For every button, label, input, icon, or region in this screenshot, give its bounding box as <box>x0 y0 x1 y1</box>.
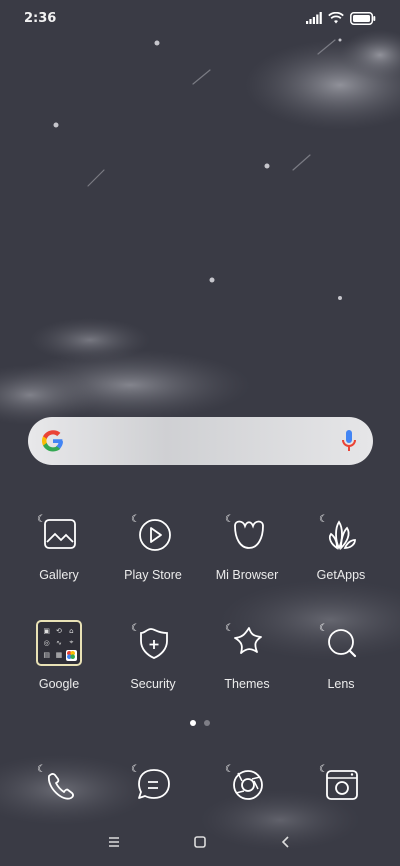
home-icon[interactable] <box>192 834 208 850</box>
folder-icon: ▣ ⟲ ⌂ ◎ ∿ ⌖ ▤ ▦ <box>35 619 83 667</box>
menu-icon[interactable] <box>106 835 122 849</box>
svg-text:☾: ☾ <box>319 623 328 634</box>
app-label: Security <box>130 677 176 691</box>
app-getapps[interactable]: ☾ GetApps <box>293 510 389 582</box>
camera-icon: ☾ <box>317 760 365 808</box>
mini-app-icon: ▦ <box>55 651 63 660</box>
google-search-bar[interactable] <box>28 417 373 465</box>
status-bar: 2:36 <box>0 0 400 36</box>
app-label: GetApps <box>316 568 366 582</box>
signal-icon <box>306 12 322 24</box>
app-label: Gallery <box>39 568 79 582</box>
app-gallery[interactable]: ☾ Gallery <box>11 510 107 582</box>
page-dot[interactable] <box>204 720 210 726</box>
gallery-icon: ☾ <box>35 510 83 558</box>
wifi-icon <box>328 12 344 24</box>
back-icon[interactable] <box>278 834 294 850</box>
photos-icon <box>65 649 77 661</box>
mic-icon[interactable] <box>341 429 357 453</box>
page-indicator <box>0 720 400 726</box>
app-security[interactable]: ☾ Security <box>105 619 201 691</box>
play-icon: ☾ <box>129 510 177 558</box>
app-mi-browser[interactable]: ☾ Mi Browser <box>199 510 295 582</box>
getapps-icon: ☾ <box>317 510 365 558</box>
svg-text:☾: ☾ <box>131 764 140 775</box>
battery-icon <box>350 11 376 25</box>
status-time: 2:36 <box>24 10 57 26</box>
phone-icon: ☾ <box>35 760 83 808</box>
lens-icon: ☾ <box>317 619 365 667</box>
app-play-store[interactable]: ☾ Play Store <box>105 510 201 582</box>
svg-text:☾: ☾ <box>225 623 234 634</box>
browser-icon: ☾ <box>223 510 271 558</box>
app-label: Google <box>38 677 80 691</box>
app-folder-google[interactable]: ▣ ⟲ ⌂ ◎ ∿ ⌖ ▤ ▦ Google <box>11 619 107 691</box>
svg-text:☾: ☾ <box>225 764 234 775</box>
navigation-bar <box>0 826 400 858</box>
app-label: Mi Browser <box>215 568 279 582</box>
folder-preview: ▣ ⟲ ⌂ ◎ ∿ ⌖ ▤ ▦ <box>36 620 82 666</box>
dock-camera-shutter[interactable]: ☾ <box>199 760 295 808</box>
svg-text:☾: ☾ <box>131 623 140 634</box>
camera-shutter-icon: ☾ <box>223 760 271 808</box>
svg-text:☾: ☾ <box>131 514 140 525</box>
mini-app-icon: ⌖ <box>69 638 74 647</box>
svg-text:☾: ☾ <box>37 764 46 775</box>
mini-app-icon: ⟲ <box>56 626 62 635</box>
app-themes[interactable]: ☾ Themes <box>199 619 295 691</box>
svg-text:☾: ☾ <box>225 514 234 525</box>
dock-phone[interactable]: ☾ <box>11 760 107 808</box>
mini-app-icon: ◎ <box>43 638 50 647</box>
dock-messages[interactable]: ☾ <box>105 760 201 808</box>
app-label: Themes <box>224 677 270 691</box>
app-label: Play Store <box>124 568 182 582</box>
dock-camera[interactable]: ☾ <box>293 760 389 808</box>
svg-text:☾: ☾ <box>319 514 328 525</box>
mini-app-icon: ▣ <box>43 626 50 635</box>
messages-icon: ☾ <box>129 760 177 808</box>
google-logo-icon <box>42 430 63 452</box>
mini-app-icon: ⌂ <box>69 626 74 635</box>
mini-app-icon: ∿ <box>56 638 62 647</box>
status-icons <box>306 11 376 25</box>
mini-app-icon: ▤ <box>43 651 50 660</box>
security-icon: ☾ <box>129 619 177 667</box>
app-label: Lens <box>327 677 355 691</box>
page-dot-active[interactable] <box>190 720 196 726</box>
app-lens[interactable]: ☾ Lens <box>293 619 389 691</box>
themes-icon: ☾ <box>223 619 271 667</box>
